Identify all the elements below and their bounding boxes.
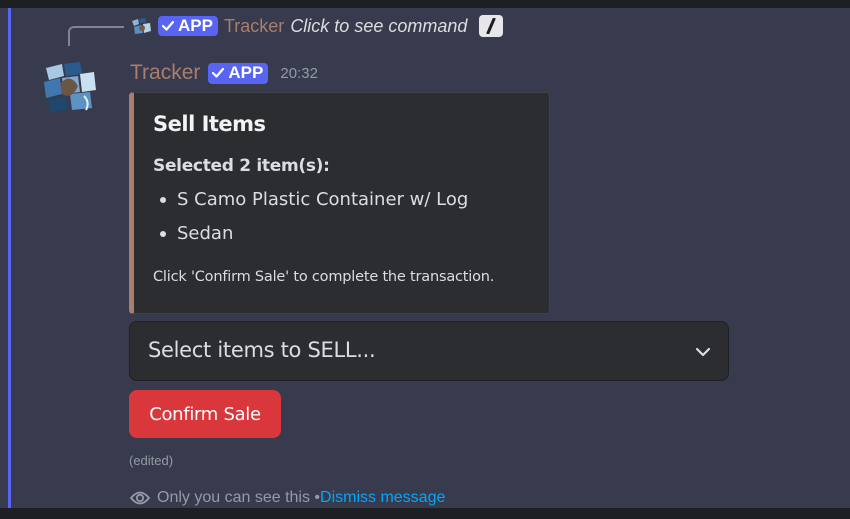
embed-subtitle: Selected 2 item(s):	[153, 156, 330, 176]
reply-author-name[interactable]: Tracker	[224, 16, 284, 37]
app-badge-label: APP	[228, 63, 264, 82]
tracker-avatar[interactable]	[40, 60, 98, 114]
chevron-down-icon	[695, 347, 711, 357]
selected-items-list: S Camo Plastic Container w/ Log Sedan	[153, 188, 468, 256]
app-badge: APP	[158, 16, 218, 36]
ephemeral-notice-text: Only you can see this •	[157, 489, 321, 506]
list-item-label: Sedan	[177, 223, 234, 244]
confirm-sale-button[interactable]: Confirm Sale	[129, 390, 281, 438]
list-item-label: S Camo Plastic Container w/ Log	[177, 189, 469, 210]
tracker-mini-avatar-icon	[130, 16, 152, 36]
app-badge-label: APP	[178, 16, 213, 35]
slash-command-icon[interactable]	[479, 15, 504, 37]
embed-footer-text: Click 'Confirm Sale' to complete the tra…	[153, 269, 495, 285]
select-placeholder: Select items to SELL...	[148, 338, 376, 362]
bullet-icon	[160, 197, 166, 203]
command-reply-reference[interactable]: APP Tracker Click to see command	[130, 14, 504, 38]
ephemeral-notice: Only you can see this • Dismiss message	[129, 488, 445, 508]
ephemeral-highlight-bar	[8, 8, 11, 508]
author-name[interactable]: Tracker	[130, 61, 200, 85]
message-container: APP Tracker Click to see command Tracker…	[0, 8, 850, 508]
message-timestamp[interactable]: 20:32	[280, 65, 318, 82]
app-badge: APP	[208, 62, 269, 84]
bullet-icon	[160, 231, 166, 237]
edited-label: (edited)	[129, 453, 174, 468]
verified-check-icon	[212, 67, 225, 78]
verified-check-icon	[161, 20, 175, 31]
sell-items-embed: Sell Items Selected 2 item(s): S Camo Pl…	[129, 92, 550, 314]
message-header: Tracker APP 20:32	[130, 60, 318, 86]
list-item: Sedan	[153, 222, 468, 256]
list-item: S Camo Plastic Container w/ Log	[153, 188, 468, 222]
eye-icon	[129, 491, 151, 505]
dismiss-message-link[interactable]: Dismiss message	[320, 489, 445, 507]
sell-items-select[interactable]: Select items to SELL...	[129, 321, 729, 381]
reply-spine	[68, 26, 124, 46]
embed-title: Sell Items	[153, 112, 266, 136]
reply-command-text[interactable]: Click to see command	[290, 16, 467, 37]
